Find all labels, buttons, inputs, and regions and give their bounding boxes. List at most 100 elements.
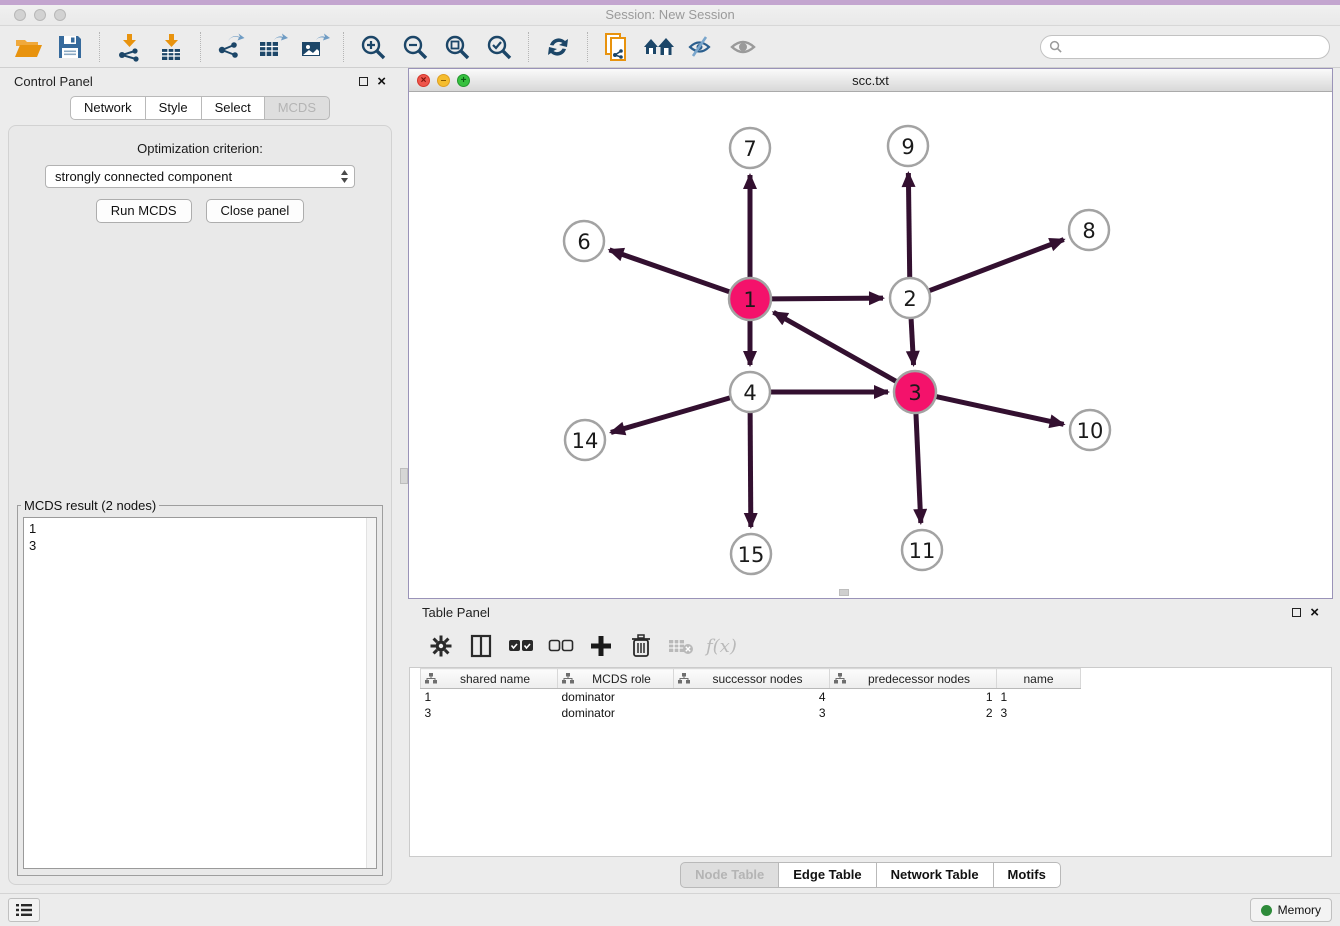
houses-icon: [642, 34, 676, 60]
export-image-button[interactable]: [296, 30, 332, 64]
panel-splitter[interactable]: [400, 68, 408, 893]
graph-edge[interactable]: [930, 240, 1064, 291]
graph-edge[interactable]: [750, 413, 751, 527]
tab-network[interactable]: Network: [70, 96, 146, 120]
new-network-from-selection-button[interactable]: [599, 30, 635, 64]
graph-edge[interactable]: [908, 173, 909, 277]
import-table-icon: [156, 32, 186, 62]
zoom-selected-button[interactable]: [481, 30, 517, 64]
graph-edge[interactable]: [771, 298, 883, 299]
run-mcds-button[interactable]: Run MCDS: [96, 199, 192, 223]
result-scrollbar[interactable]: [366, 518, 376, 868]
table-cell[interactable]: 1: [421, 689, 558, 705]
close-table-panel-icon[interactable]: ×: [1310, 607, 1319, 618]
control-panel-header: Control Panel ×: [0, 68, 400, 94]
graph-edge[interactable]: [611, 398, 730, 433]
network-canvas[interactable]: 7968124314101511: [409, 92, 1332, 598]
new-network-from-selection-icon: [602, 31, 632, 63]
zoom-fit-button[interactable]: [439, 30, 475, 64]
table-cell[interactable]: 1: [997, 689, 1081, 705]
search-box[interactable]: [1040, 35, 1330, 59]
network-window-title: scc.txt: [409, 73, 1332, 88]
graph-edge[interactable]: [936, 396, 1064, 424]
table-cell[interactable]: 4: [674, 689, 830, 705]
table-cell[interactable]: 1: [830, 689, 997, 705]
mcds-result-text: 1 3: [24, 518, 366, 868]
table-row[interactable]: 3dominator323: [421, 705, 1081, 721]
close-panel-icon[interactable]: ×: [377, 76, 386, 87]
network-window-titlebar[interactable]: × – + scc.txt: [409, 69, 1332, 92]
select-all-icon: [508, 639, 534, 653]
deselect-all-icon: [548, 639, 574, 653]
control-panel-tabs: Network Style Select MCDS: [0, 96, 400, 120]
graph-node-label: 11: [909, 539, 936, 563]
table-cell[interactable]: dominator: [558, 689, 674, 705]
minimize-network-icon[interactable]: –: [437, 74, 450, 87]
column-header-name[interactable]: name: [997, 669, 1081, 689]
task-history-button[interactable]: [8, 898, 40, 922]
graph-edge[interactable]: [609, 250, 730, 292]
splitter-grip-icon[interactable]: [400, 468, 408, 484]
export-network-button[interactable]: [212, 30, 248, 64]
tab-select[interactable]: Select: [202, 96, 265, 120]
create-column-button[interactable]: [586, 631, 616, 661]
trash-icon: [631, 634, 651, 658]
dropdown-stepper-icon: [340, 169, 349, 184]
float-table-panel-icon[interactable]: [1292, 608, 1301, 617]
status-bar: Memory: [0, 893, 1340, 926]
deselect-all-button[interactable]: [546, 631, 576, 661]
graph-edge[interactable]: [916, 413, 921, 523]
mcds-panel-body: Optimization criterion: strongly connect…: [8, 125, 392, 885]
toolbar-separator: [99, 32, 100, 62]
table-cell[interactable]: 3: [997, 705, 1081, 721]
hide-selected-button[interactable]: [683, 30, 719, 64]
graph-node-label: 8: [1082, 219, 1095, 243]
criterion-dropdown[interactable]: strongly connected component: [45, 165, 355, 188]
close-network-icon[interactable]: ×: [417, 74, 430, 87]
houses-button[interactable]: [641, 30, 677, 64]
zoom-out-button[interactable]: [397, 30, 433, 64]
close-panel-button[interactable]: Close panel: [206, 199, 305, 223]
export-table-button[interactable]: [254, 30, 290, 64]
refresh-button[interactable]: [540, 30, 576, 64]
import-table-button[interactable]: [153, 30, 189, 64]
graph-node-label: 9: [901, 135, 914, 159]
network-graph[interactable]: 7968124314101511: [409, 92, 1331, 598]
zoom-in-button[interactable]: [355, 30, 391, 64]
table-cell[interactable]: 3: [421, 705, 558, 721]
tab-node-table[interactable]: Node Table: [680, 862, 779, 888]
tab-motifs[interactable]: Motifs: [994, 862, 1061, 888]
table-cell[interactable]: dominator: [558, 705, 674, 721]
import-network-button[interactable]: [111, 30, 147, 64]
table-cell[interactable]: 2: [830, 705, 997, 721]
select-all-button[interactable]: [506, 631, 536, 661]
graph-node-label: 2: [903, 287, 916, 311]
canvas-resize-grip[interactable]: [839, 589, 849, 596]
tab-style[interactable]: Style: [146, 96, 202, 120]
graph-node-label: 4: [743, 381, 756, 405]
node-table-area[interactable]: shared name MCDS role successor nodes: [409, 667, 1332, 857]
plus-icon: [590, 635, 612, 657]
column-header-successor-nodes[interactable]: successor nodes: [674, 669, 830, 689]
maximize-network-icon[interactable]: +: [457, 74, 470, 87]
column-header-shared-name[interactable]: shared name: [421, 669, 558, 689]
table-settings-button[interactable]: [426, 631, 456, 661]
memory-button[interactable]: Memory: [1250, 898, 1332, 922]
memory-status-icon: [1261, 905, 1272, 916]
show-all-button[interactable]: [725, 30, 761, 64]
column-header-predecessor-nodes[interactable]: predecessor nodes: [830, 669, 997, 689]
table-row[interactable]: 1dominator411: [421, 689, 1081, 705]
column-header-mcds-role[interactable]: MCDS role: [558, 669, 674, 689]
float-panel-icon[interactable]: [359, 77, 368, 86]
graph-edge[interactable]: [774, 312, 897, 381]
show-columns-button[interactable]: [466, 631, 496, 661]
graph-edge[interactable]: [911, 319, 913, 365]
search-input[interactable]: [1067, 40, 1321, 54]
table-cell[interactable]: 3: [674, 705, 830, 721]
save-session-button[interactable]: [52, 30, 88, 64]
tab-edge-table[interactable]: Edge Table: [779, 862, 876, 888]
tab-network-table[interactable]: Network Table: [877, 862, 994, 888]
tab-mcds[interactable]: MCDS: [265, 96, 330, 120]
open-session-button[interactable]: [10, 30, 46, 64]
delete-columns-button[interactable]: [626, 631, 656, 661]
